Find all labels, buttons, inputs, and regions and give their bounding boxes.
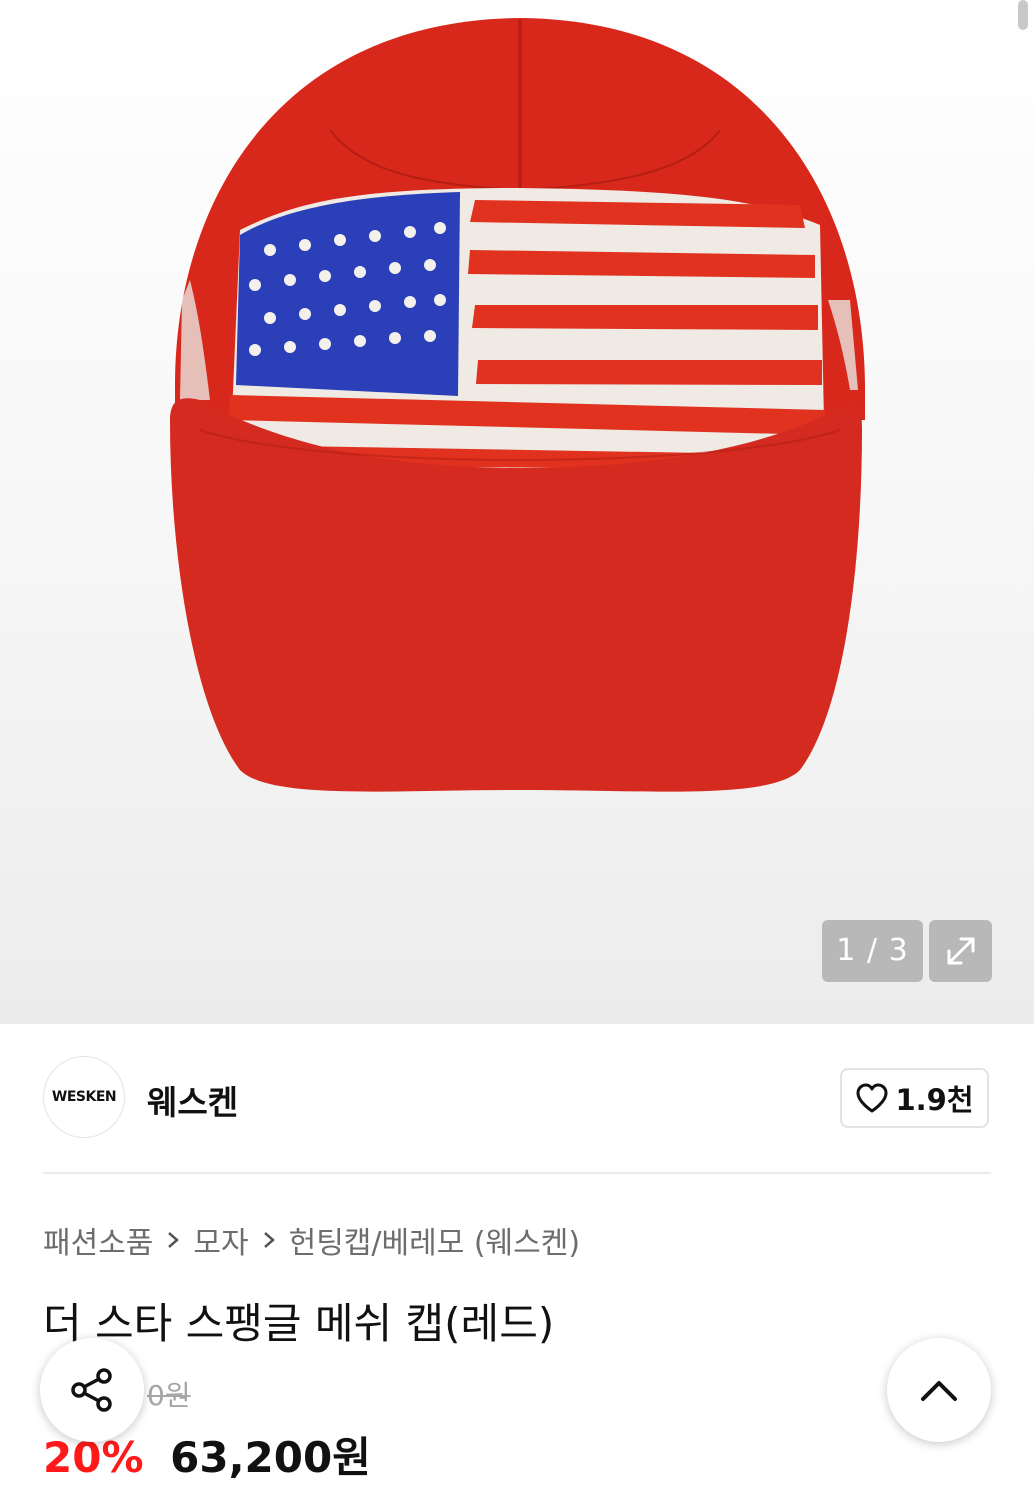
- brand-row: WESKEN 웨스켄 1.9천: [43, 1056, 991, 1140]
- breadcrumb: 패션소품 모자 헌팅캡/베레모 (웨스켄): [43, 1218, 580, 1262]
- expand-arrows-icon: [947, 937, 974, 965]
- chevron-right-icon: [165, 1229, 181, 1251]
- scroll-to-top-button[interactable]: [887, 1338, 991, 1442]
- chevron-up-icon: [921, 1381, 957, 1401]
- brand-logo-text: WESKEN: [51, 1089, 117, 1105]
- breadcrumb-item[interactable]: 모자: [193, 1218, 248, 1262]
- original-price-text: 0원: [147, 1379, 191, 1412]
- brand-name[interactable]: 웨스켄: [147, 1076, 238, 1124]
- scrollbar-thumb[interactable]: [1018, 0, 1028, 30]
- image-counter-total: 3: [888, 933, 909, 968]
- flag-canton: [236, 192, 460, 396]
- share-icon: [71, 1368, 112, 1412]
- breadcrumb-item[interactable]: 헌팅캡/베레모 (웨스켄): [289, 1218, 580, 1262]
- sale-price: 63,200원: [170, 1433, 371, 1482]
- product-image-gallery[interactable]: 1 / 3: [0, 0, 1034, 1024]
- heart-outline-icon: [856, 1083, 888, 1113]
- like-count: 1.9천: [895, 1083, 974, 1117]
- brand-logo[interactable]: WESKEN: [43, 1056, 125, 1138]
- product-image[interactable]: [0, 0, 1034, 1024]
- expand-image-button[interactable]: [929, 920, 992, 982]
- share-button[interactable]: [40, 1338, 144, 1442]
- product-title: 더 스타 스팽글 메쉬 캡(레드): [43, 1299, 555, 1348]
- image-counter: 1 / 3: [822, 920, 923, 982]
- divider: [43, 1172, 991, 1174]
- image-counter-current: 1: [836, 933, 857, 968]
- chevron-right-icon: [261, 1229, 277, 1251]
- image-counter-separator: /: [866, 933, 879, 968]
- breadcrumb-item[interactable]: 패션소품: [43, 1218, 153, 1262]
- like-button[interactable]: 1.9천: [840, 1068, 989, 1128]
